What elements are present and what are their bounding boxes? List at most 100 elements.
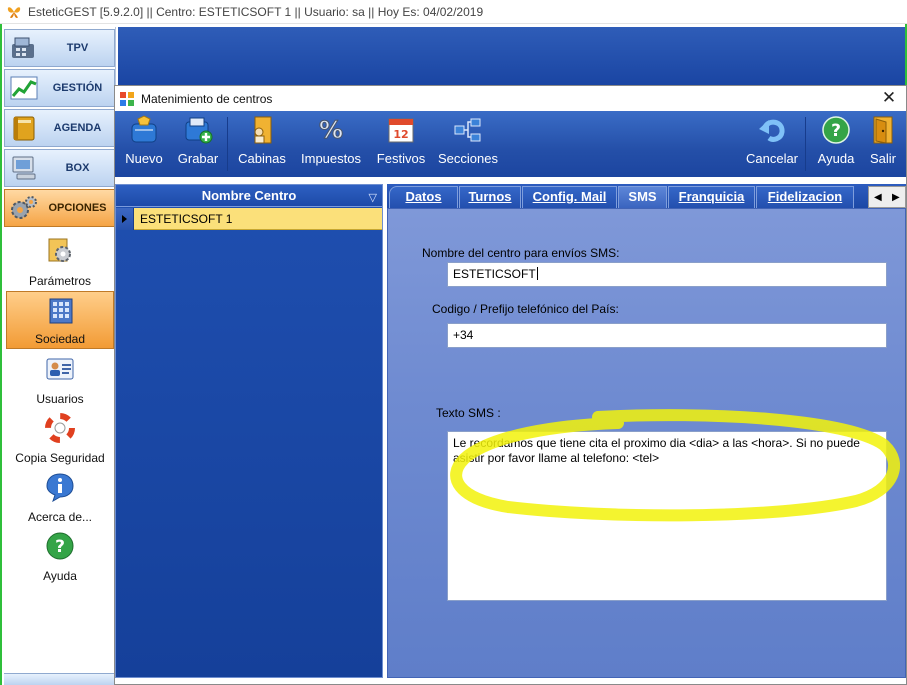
menu-item-label: Ayuda <box>43 569 77 583</box>
lifebuoy-icon <box>45 413 75 443</box>
sms-tab-body: Nombre del centro para envíos SMS: ESTET… <box>387 208 906 678</box>
ayuda-button[interactable]: ? Ayuda <box>815 115 857 173</box>
nav-button-label: BOX <box>65 162 90 174</box>
tab-scroll-right-icon[interactable]: ▶ <box>892 192 900 203</box>
sms-texto-field[interactable]: Le recordamos que tiene cita el proximo … <box>447 431 887 601</box>
calendar-icon: 12 <box>388 118 414 143</box>
sms-nombre-field[interactable]: ESTETICSOFT <box>447 262 887 287</box>
toolbar-label: Nuevo <box>125 151 163 166</box>
toolbar-label: Cabinas <box>238 151 286 166</box>
toolbar-separator <box>805 117 806 171</box>
nuevo-button[interactable]: Nuevo <box>121 115 167 173</box>
cash-register-icon <box>12 37 34 58</box>
undo-arrow-icon <box>759 119 785 142</box>
exit-door-icon <box>873 116 893 144</box>
salir-button[interactable]: Salir <box>865 115 901 173</box>
menu-item-label: Acerca de... <box>27 510 93 524</box>
toolbar-separator <box>227 117 228 171</box>
sms-prefijo-field[interactable]: +34 <box>447 323 887 348</box>
tab-label: Franquicia <box>678 189 745 204</box>
tab-panel: Datos Turnos Config. Mail SMS Franquicia… <box>387 184 906 678</box>
toolbar-label: Cancelar <box>745 151 799 166</box>
nav-button-label: OPCIONES <box>48 202 107 214</box>
nav-button-gestion[interactable]: GESTIÓN <box>4 69 115 107</box>
tab-datos[interactable]: Datos <box>389 186 458 208</box>
sms-nombre-value: ESTETICSOFT <box>453 267 536 281</box>
impuestos-button[interactable]: % Impuestos <box>298 115 364 173</box>
tab-scroll-buttons: ◀ ▶ <box>868 186 906 208</box>
dialog-app-icon <box>120 91 134 106</box>
row-indicator-icon <box>116 208 134 230</box>
toolbar-label: Festivos <box>376 151 426 166</box>
cabinas-button[interactable]: Cabinas <box>235 115 289 173</box>
menu-item-ayuda[interactable]: ? Ayuda <box>6 527 114 585</box>
svg-text:?: ? <box>55 537 65 557</box>
toolbar-label: Secciones <box>438 151 498 166</box>
app-title: EsteticGEST [5.9.2.0] || Centro: ESTETIC… <box>28 4 484 19</box>
toolbar-label: Grabar <box>177 151 219 166</box>
tab-config-mail[interactable]: Config. Mail <box>522 186 617 208</box>
filter-icon[interactable]: ▽ <box>369 187 377 209</box>
help-icon: ? <box>822 116 850 144</box>
user-card-icon <box>46 358 74 380</box>
leftnav-bottom-button[interactable] <box>4 673 115 685</box>
tab-turnos[interactable]: Turnos <box>459 186 521 208</box>
parent-window-band <box>118 27 905 85</box>
left-navigation: TPV GESTIÓN AGENDA BOX OPCIONES Parámetr… <box>2 27 116 685</box>
sms-texto-value: Le recordamos que tiene cita el proximo … <box>453 436 860 465</box>
festivos-button[interactable]: 12 Festivos <box>373 115 429 173</box>
sms-nombre-label: Nombre del centro para envíos SMS: <box>422 246 620 260</box>
tab-sms[interactable]: SMS <box>618 186 667 208</box>
menu-item-label: Parámetros <box>28 274 92 288</box>
grid-header[interactable]: Nombre Centro ▽ <box>116 185 382 207</box>
info-icon <box>46 473 74 502</box>
chart-icon <box>10 76 38 100</box>
secciones-button[interactable]: Secciones <box>437 115 499 173</box>
nav-button-agenda[interactable]: AGENDA <box>4 109 115 147</box>
tab-label: Datos <box>405 189 442 204</box>
tab-label: Fidelizacion <box>767 189 843 204</box>
app-titlebar: EsteticGEST [5.9.2.0] || Centro: ESTETIC… <box>0 0 907 24</box>
toolbar: Nuevo Grabar Cabinas % Impuestos 12 Fest… <box>115 111 906 177</box>
help-icon: ? <box>46 532 74 560</box>
menu-item-usuarios[interactable]: Usuarios <box>6 350 114 408</box>
tab-scroll-left-icon[interactable]: ◀ <box>874 192 882 203</box>
dialog-titlebar: Matenimiento de centros ✕ <box>115 86 906 111</box>
menu-item-label: Sociedad <box>34 332 86 346</box>
menu-item-sociedad[interactable]: Sociedad <box>6 291 114 349</box>
agenda-book-icon <box>13 116 35 141</box>
tab-franquicia[interactable]: Franquicia <box>668 186 755 208</box>
table-row[interactable]: ESTETICSOFT 1 <box>116 208 382 230</box>
tab-fidelizacion[interactable]: Fidelizacion <box>756 186 854 208</box>
grid-cell-nombre: ESTETICSOFT 1 <box>140 212 233 226</box>
parameters-gear-icon <box>48 238 71 262</box>
menu-item-label: Usuarios <box>36 392 84 406</box>
cabin-door-icon <box>254 116 272 144</box>
svg-text:12: 12 <box>393 128 408 141</box>
nav-button-label: AGENDA <box>53 122 102 134</box>
menu-item-parametros[interactable]: Parámetros <box>6 232 114 290</box>
sms-prefijo-value: +34 <box>453 328 474 342</box>
butterfly-logo-icon <box>7 6 21 18</box>
sms-texto-label: Texto SMS : <box>436 406 501 420</box>
gears-icon <box>11 196 37 219</box>
sms-prefijo-label: Codigo / Prefijo telefónico del País: <box>432 302 619 316</box>
text-cursor <box>536 267 538 280</box>
nav-button-box[interactable]: BOX <box>4 149 115 187</box>
nav-button-tpv[interactable]: TPV <box>4 29 115 67</box>
tab-label: Turnos <box>468 189 512 204</box>
centros-grid: Nombre Centro ▽ ESTETICSOFT 1 <box>115 184 383 678</box>
percent-icon: % <box>318 116 343 145</box>
grabar-button[interactable]: Grabar <box>174 115 222 173</box>
cancelar-button[interactable]: Cancelar <box>745 115 799 173</box>
menu-item-label: Copia Seguridad <box>15 451 105 465</box>
nav-button-opciones[interactable]: OPCIONES <box>4 189 115 227</box>
menu-item-copia-seguridad[interactable]: Copia Seguridad <box>6 409 114 467</box>
tab-label: SMS <box>628 189 657 204</box>
toolbar-label: Salir <box>869 151 896 166</box>
svg-text:?: ? <box>831 121 841 141</box>
computer-icon <box>12 156 36 180</box>
close-icon[interactable]: ✕ <box>880 89 898 107</box>
menu-item-acerca-de[interactable]: Acerca de... <box>6 468 114 526</box>
toolbar-label: Impuestos <box>301 151 361 166</box>
